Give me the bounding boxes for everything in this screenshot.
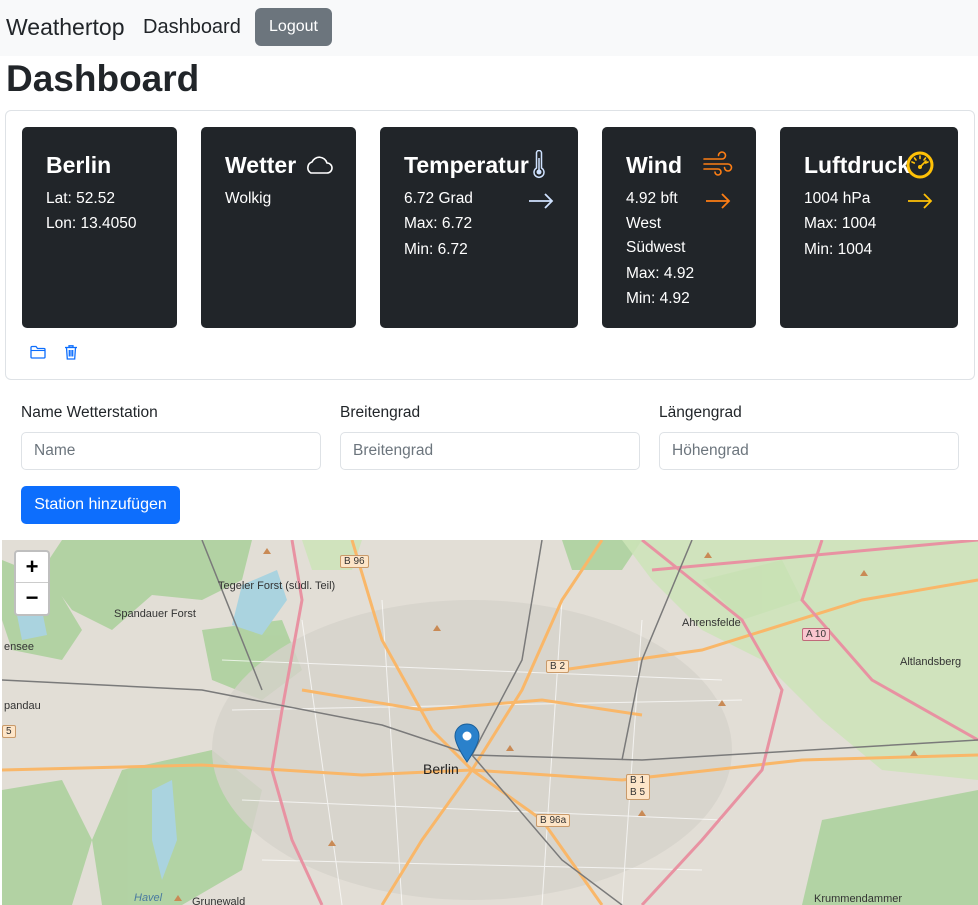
station-lat: Lat: 52.52 [46,190,115,207]
logout-button[interactable]: Logout [255,8,332,46]
station-name: Berlin [46,152,112,178]
pressure-card: Luftdruck 1004 hPa Max: 1004 Min: 1004 [780,127,958,328]
temperature-min: Min: 6.72 [404,241,468,258]
add-station-button[interactable]: Station hinzufügen [21,486,180,524]
road-shield-b96: B 96 [340,555,369,568]
zoom-out-button[interactable]: − [16,583,48,613]
map-label-pandau: pandau [4,700,41,712]
wind-direction-line1: West [626,215,662,232]
arrow-right-icon [706,193,731,209]
map-label-berlin: Berlin [423,761,459,777]
map-tiles [2,540,978,905]
navbar: Weathertop Dashboard Logout [0,0,978,56]
temperature-value: 6.72 Grad [404,190,473,207]
pressure-value: 1004 hPa [804,190,871,207]
station-lon: Lon: 13.4050 [46,215,137,232]
brand-link[interactable]: Weathertop [6,14,124,41]
map-marker-icon[interactable] [454,723,480,763]
weather-title: Wetter [225,152,297,178]
zoom-control: + − [14,550,50,616]
longitude-input[interactable] [659,432,959,470]
wind-min: Min: 4.92 [626,290,690,307]
map-label-spandauer-forst: Spandauer Forst [114,608,196,620]
station-name-label: Name Wetterstation [21,404,158,421]
trash-icon[interactable] [62,343,80,361]
map-label-tegeler-forst: Tegeler Forst (südl. Teil) [218,580,336,592]
wind-icon [703,151,733,176]
pressure-min: Min: 1004 [804,241,873,258]
map-label-ensee: ensee [4,641,34,653]
wind-card: Wind 4.92 bft West Südwest Max: 4.92 Min… [602,127,756,328]
wind-max: Max: 4.92 [626,265,695,282]
longitude-label: Längengrad [659,404,742,421]
road-shield-b2: B 2 [546,660,570,673]
folder-icon[interactable] [29,343,47,361]
wind-title: Wind [626,152,682,178]
map-label-altlandsberg: Altlandsberg [900,656,962,668]
latitude-input[interactable] [340,432,640,470]
speedometer-icon [906,151,934,179]
temperature-card: Temperatur 6.72 Grad Max: 6.72 Min: 6.72 [380,127,578,328]
temperature-max: Max: 6.72 [404,215,473,232]
map-label-grunewald: Grunewald [192,896,246,905]
latitude-label: Breitengrad [340,404,421,421]
nav-dashboard-link[interactable]: Dashboard [143,16,241,39]
arrow-right-icon [908,193,933,209]
wind-direction-line2: Südwest [626,239,686,256]
pressure-title: Luftdruck [804,152,911,178]
page-title: Dashboard [6,58,200,99]
pressure-max: Max: 1004 [804,215,877,232]
weather-card: Wetter Wolkig [201,127,356,328]
wind-value: 4.92 bft [626,190,678,207]
weather-text: Wolkig [225,190,272,207]
cloud-icon [307,156,333,174]
thermometer-icon [533,150,545,179]
station-name-input[interactable] [21,432,321,470]
map[interactable]: Tegeler Forst (südl. Teil) Spandauer For… [2,540,978,905]
zoom-in-button[interactable]: + [16,552,48,583]
map-label-ahrensfelde: Ahrensfelde [682,617,741,629]
map-label-havel: Havel [134,892,163,904]
road-shield-b1-b5: B 1 B 5 [626,774,650,800]
station-card: Berlin Lat: 52.52 Lon: 13.4050 [22,127,177,328]
arrow-right-icon [529,193,554,209]
temperature-title: Temperatur [404,152,529,178]
map-label-krummendammer: Krummendammer [814,893,903,905]
road-shield-5: 5 [2,725,16,738]
road-shield-a10: A 10 [802,628,831,641]
road-shield-b96a: B 96a [536,814,571,827]
